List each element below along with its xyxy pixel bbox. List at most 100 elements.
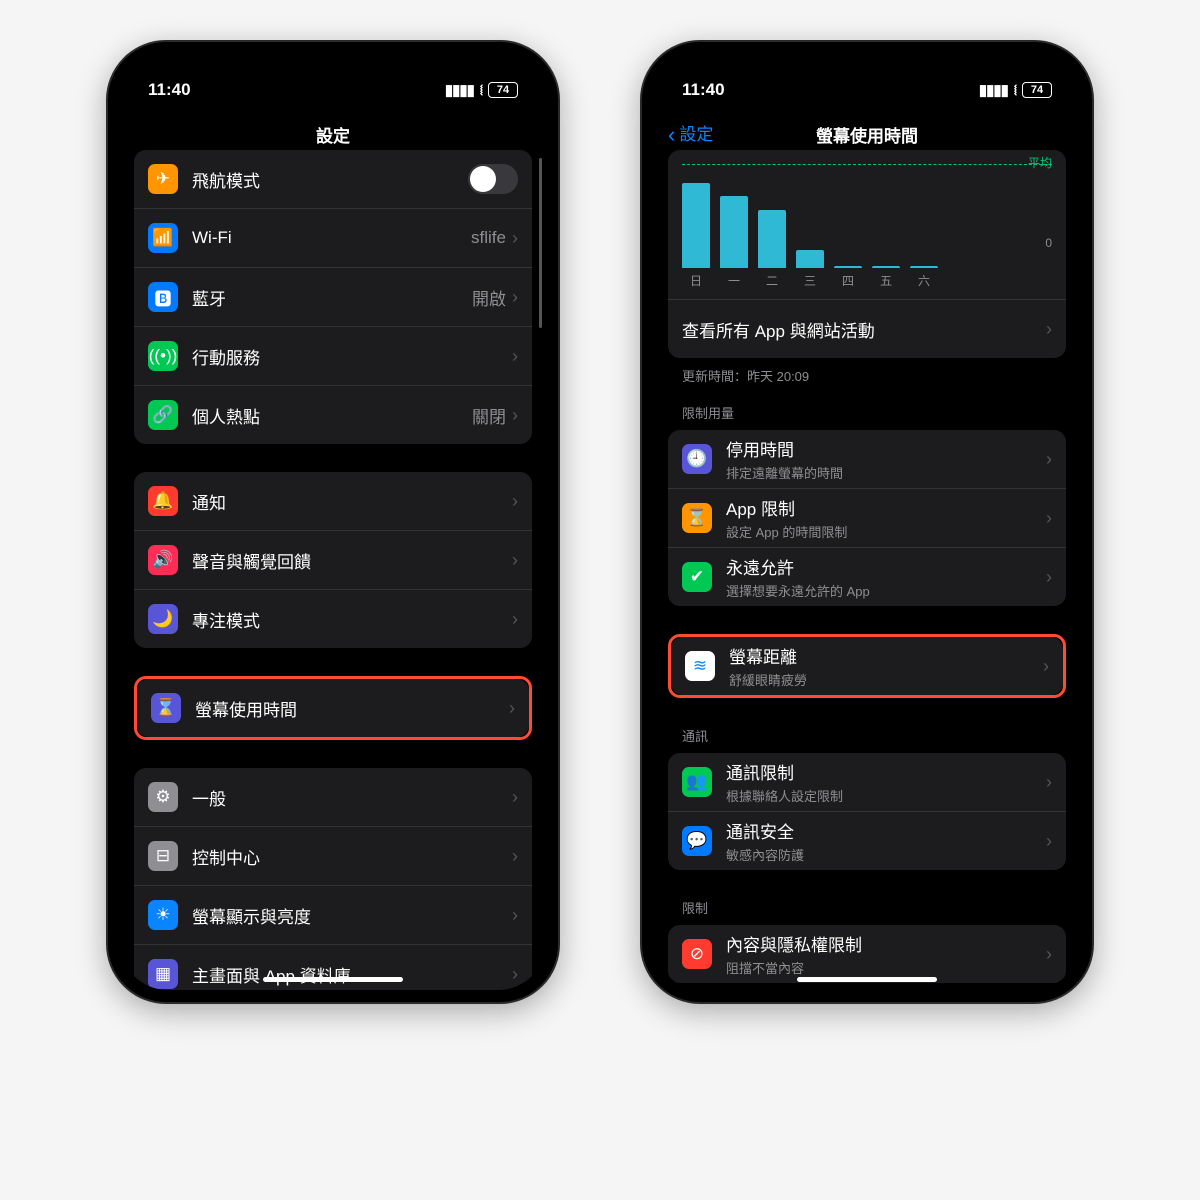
page-title: 螢幕使用時間 <box>816 122 918 147</box>
row-飛航模式[interactable]: ✈︎ 飛航模式 <box>134 150 532 208</box>
row-screen-distance[interactable]: ≋ 螢幕距離 舒緩眼睛疲勞 <box>671 637 1063 695</box>
row-label: 停用時間 <box>726 436 1046 461</box>
row-通知[interactable]: 🔔通知 <box>134 472 532 530</box>
row-sub: 設定 App 的時間限制 <box>726 522 1046 541</box>
wifi-icon: ⧙ <box>1014 82 1016 99</box>
row-label: 飛航模式 <box>192 167 468 192</box>
chevron-right-icon <box>1046 319 1052 340</box>
row-icon: 👥 <box>682 767 712 797</box>
chart-bar <box>682 183 710 268</box>
row-icon: ⚙︎ <box>148 782 178 812</box>
row-停用時間[interactable]: 🕘 停用時間排定遠離螢幕的時間 <box>668 430 1066 488</box>
axis-label: 三 <box>796 272 824 289</box>
row-icon: ▦ <box>148 959 178 989</box>
row-label: 通知 <box>192 489 512 514</box>
section-header: 通訊 <box>682 726 1052 745</box>
axis-label: 一 <box>720 272 748 289</box>
row-控制中心[interactable]: ⊟ 控制中心 <box>134 826 532 885</box>
home-indicator[interactable] <box>263 977 403 982</box>
row-screen-time[interactable]: ⌛ 螢幕使用時間 <box>137 679 529 737</box>
row-label: 聲音與觸覺回饋 <box>192 548 512 573</box>
row-通訊限制[interactable]: 👥 通訊限制根據聯絡人設定限制 <box>668 753 1066 811</box>
row-sub: 敏感內容防護 <box>726 845 1046 864</box>
row-icon: 🅱 <box>148 282 178 312</box>
row-label: 控制中心 <box>192 844 512 869</box>
status-time: 11:40 <box>148 80 191 100</box>
row-icon: 🕘 <box>682 444 712 474</box>
row-sub: 根據聯絡人設定限制 <box>726 786 1046 805</box>
phone-screentime: 11:40 ▮▮▮▮ ⧙ 74 設定 螢幕使用時間 平均 0 <box>640 40 1094 1004</box>
chevron-right-icon <box>512 609 518 630</box>
row-一般[interactable]: ⚙︎一般 <box>134 768 532 826</box>
chevron-right-icon <box>512 228 518 249</box>
row-label: 主畫面與 App 資料庫 <box>192 962 512 987</box>
chevron-right-icon <box>1046 508 1052 529</box>
row-藍牙[interactable]: 🅱藍牙開啟 <box>134 267 532 326</box>
battery-icon: 74 <box>1022 82 1052 98</box>
row-value: sflife <box>471 228 506 248</box>
wifi-icon: ⧙ <box>480 82 482 99</box>
row-Wi-Fi[interactable]: 📶Wi-Fisflife <box>134 208 532 267</box>
row-label: 內容與隱私權限制 <box>726 931 1046 956</box>
section-header: 限制用量 <box>682 403 1052 422</box>
row-內容與隱私權限制[interactable]: ⊘內容與隱私權限制阻擋不當內容 <box>668 925 1066 983</box>
scrollbar[interactable] <box>539 158 542 328</box>
chevron-right-icon <box>1043 656 1049 677</box>
updated-footnote: 更新時間：昨天 20:09 <box>682 366 1052 385</box>
axis-label: 六 <box>910 272 938 289</box>
chevron-right-icon <box>512 491 518 512</box>
row-icon: ⌛ <box>682 503 712 533</box>
row-聲音與觸覺回饋[interactable]: 🔊聲音與觸覺回饋 <box>134 530 532 589</box>
chevron-right-icon <box>1046 449 1052 470</box>
row-label: 通訊限制 <box>726 759 1046 784</box>
row-行動服務[interactable]: ((•))行動服務 <box>134 326 532 385</box>
chevron-right-icon <box>1046 567 1052 588</box>
chart-bar <box>910 266 938 268</box>
chevron-right-icon <box>512 905 518 926</box>
section-header: 限制 <box>682 898 1052 917</box>
row-icon: ✈︎ <box>148 164 178 194</box>
axis-label: 四 <box>834 272 862 289</box>
row-App 限制[interactable]: ⌛App 限制設定 App 的時間限制 <box>668 488 1066 547</box>
row-label: 螢幕使用時間 <box>195 696 509 721</box>
chevron-right-icon <box>512 550 518 571</box>
back-button[interactable]: 設定 <box>668 120 713 148</box>
row-label: 螢幕距離 <box>729 643 1043 668</box>
chevron-right-icon <box>1046 944 1052 965</box>
usage-chart-card[interactable]: 平均 0 日一二三四五六 查看所有 App 與網站活動 <box>668 150 1066 358</box>
row-螢幕顯示與亮度[interactable]: ☀︎ 螢幕顯示與亮度 <box>134 885 532 944</box>
row-sub: 排定遠離螢幕的時間 <box>726 463 1046 482</box>
row-value: 關閉 <box>472 403 506 428</box>
chevron-right-icon <box>512 964 518 985</box>
home-indicator[interactable] <box>797 977 937 982</box>
chevron-right-icon <box>512 787 518 808</box>
row-label: 螢幕顯示與亮度 <box>192 903 512 928</box>
row-label: Wi-Fi <box>192 228 471 248</box>
chart-bar <box>872 266 900 268</box>
row-永遠允許[interactable]: ✔︎永遠允許選擇想要永遠允許的 App <box>668 547 1066 606</box>
row-icon: ☀︎ <box>148 900 178 930</box>
distance-icon: ≋ <box>685 651 715 681</box>
chevron-right-icon <box>509 698 515 719</box>
signal-icon: ▮▮▮▮ <box>979 81 1008 99</box>
row-專注模式[interactable]: 🌙專注模式 <box>134 589 532 648</box>
screentime-list[interactable]: 平均 0 日一二三四五六 查看所有 App 與網站活動 更新時間：昨天 20:0… <box>654 150 1080 990</box>
chevron-right-icon <box>512 846 518 867</box>
row-主畫面與 App 資料庫[interactable]: ▦ 主畫面與 App 資料庫 <box>134 944 532 990</box>
screen-time-row-highlight: ⌛ 螢幕使用時間 <box>134 676 532 740</box>
row-see-all-activity[interactable]: 查看所有 App 與網站活動 <box>668 299 1066 358</box>
hourglass-icon: ⌛ <box>151 693 181 723</box>
chevron-right-icon <box>512 346 518 367</box>
row-icon: ✔︎ <box>682 562 712 592</box>
avg-line <box>682 164 1052 165</box>
row-icon: 🌙 <box>148 604 178 634</box>
row-個人熱點[interactable]: 🔗個人熱點關閉 <box>134 385 532 444</box>
settings-list[interactable]: ✈︎飛航模式📶Wi-Fisflife🅱藍牙開啟((•))行動服務🔗個人熱點關閉 … <box>120 150 546 990</box>
battery-icon: 74 <box>488 82 518 98</box>
row-icon: ⊟ <box>148 841 178 871</box>
row-通訊安全[interactable]: 💬通訊安全敏感內容防護 <box>668 811 1066 870</box>
row-sub: 選擇想要永遠允許的 App <box>726 581 1046 600</box>
toggle[interactable] <box>468 164 518 194</box>
chart-bar <box>758 210 786 268</box>
chart-bar <box>834 266 862 268</box>
